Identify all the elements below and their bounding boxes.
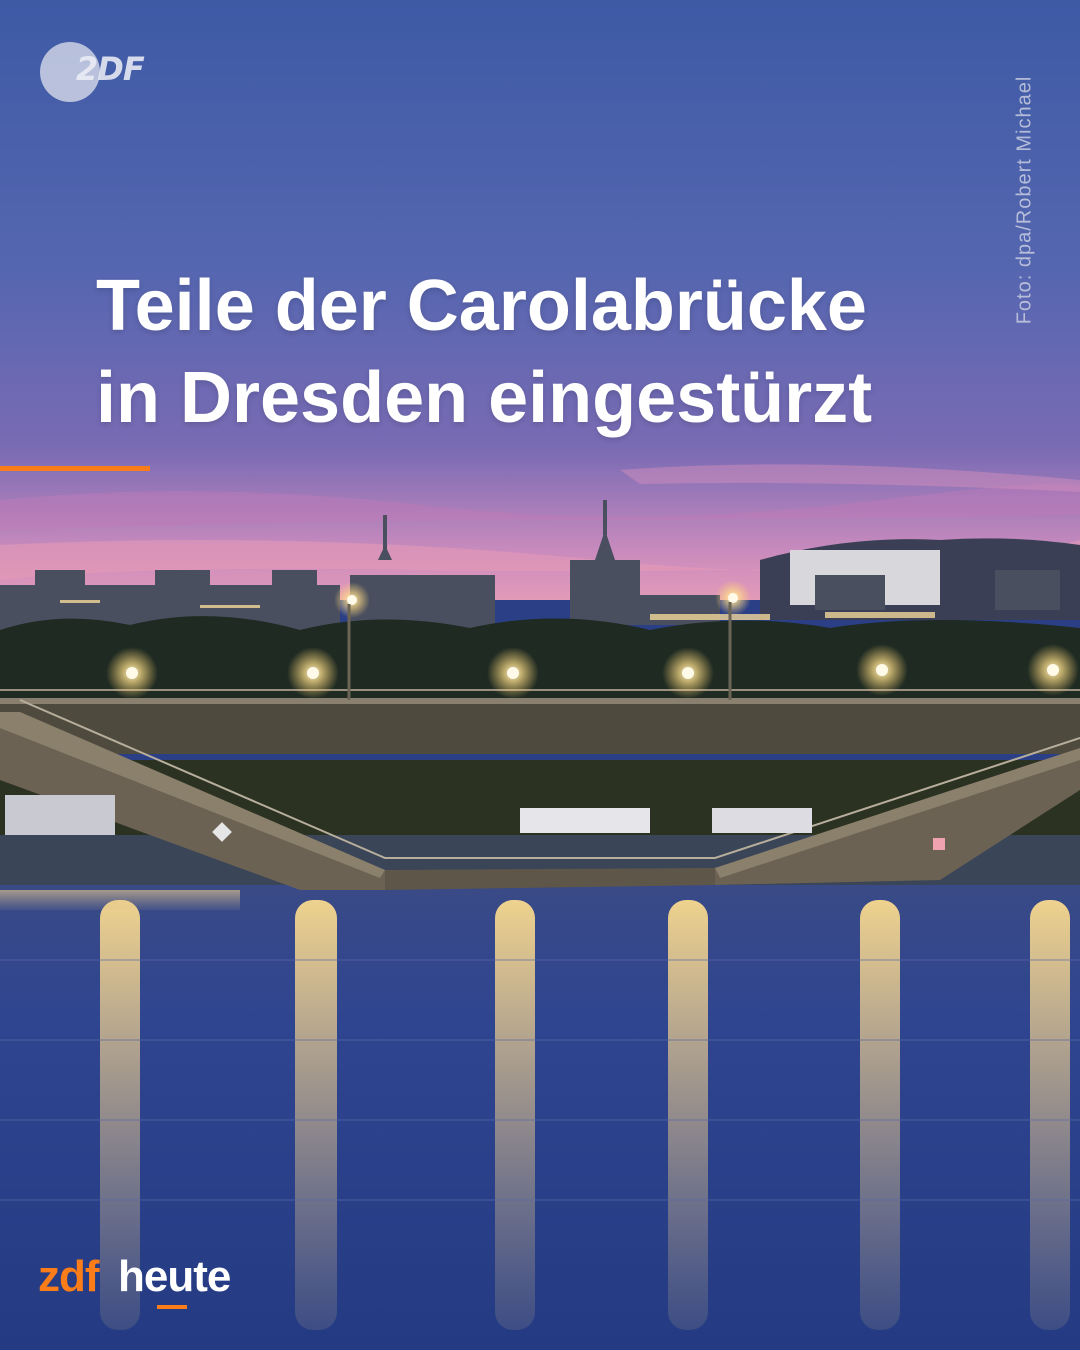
news-card: 2DF Foto: dpa/Robert Michael Teile der C… (0, 0, 1080, 1350)
brand-underline (157, 1305, 187, 1309)
zdf-logo-icon: 2DF (40, 42, 146, 102)
headline-line-1: Teile der Carolabrücke (96, 266, 867, 346)
bridge-photo (0, 0, 1080, 1350)
accent-line (0, 466, 150, 471)
headline-line-2: in Dresden eingestürzt (96, 358, 873, 438)
brand-zdf: zdf (38, 1252, 100, 1301)
zdf-logo-text: 2DF (76, 50, 145, 88)
photo-credit: Foto: dpa/Robert Michael (1013, 75, 1036, 325)
zdfheute-logo: zdf heute (38, 1252, 298, 1316)
headline: Teile der Carolabrücke in Dresden einges… (96, 260, 996, 444)
brand-heute: heute (118, 1252, 231, 1301)
